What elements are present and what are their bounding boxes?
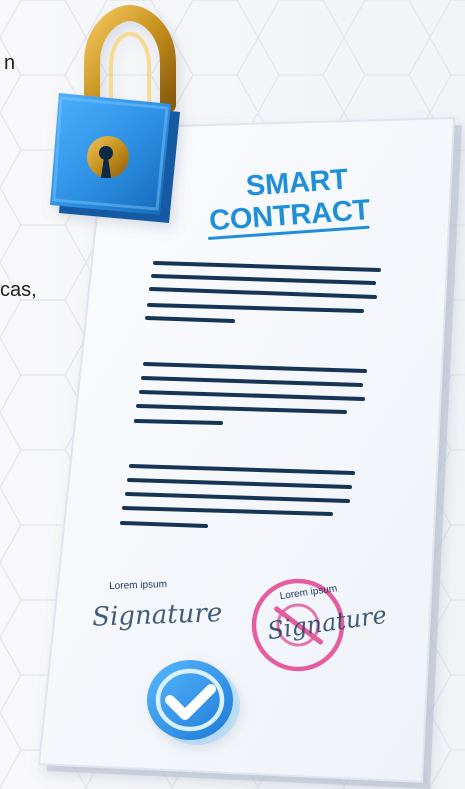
smart-contract-scene: n cas, SMART CONTRACT Lorem ipsum Signat…	[0, 0, 465, 789]
left-signature-text: Signature	[92, 598, 223, 633]
smart-contract-illustration: SMART CONTRACT Lorem ipsum Signature Lor…	[37, 4, 462, 789]
left-signature-label: Lorem ipsum	[109, 579, 167, 592]
padlock-icon	[50, 4, 180, 223]
